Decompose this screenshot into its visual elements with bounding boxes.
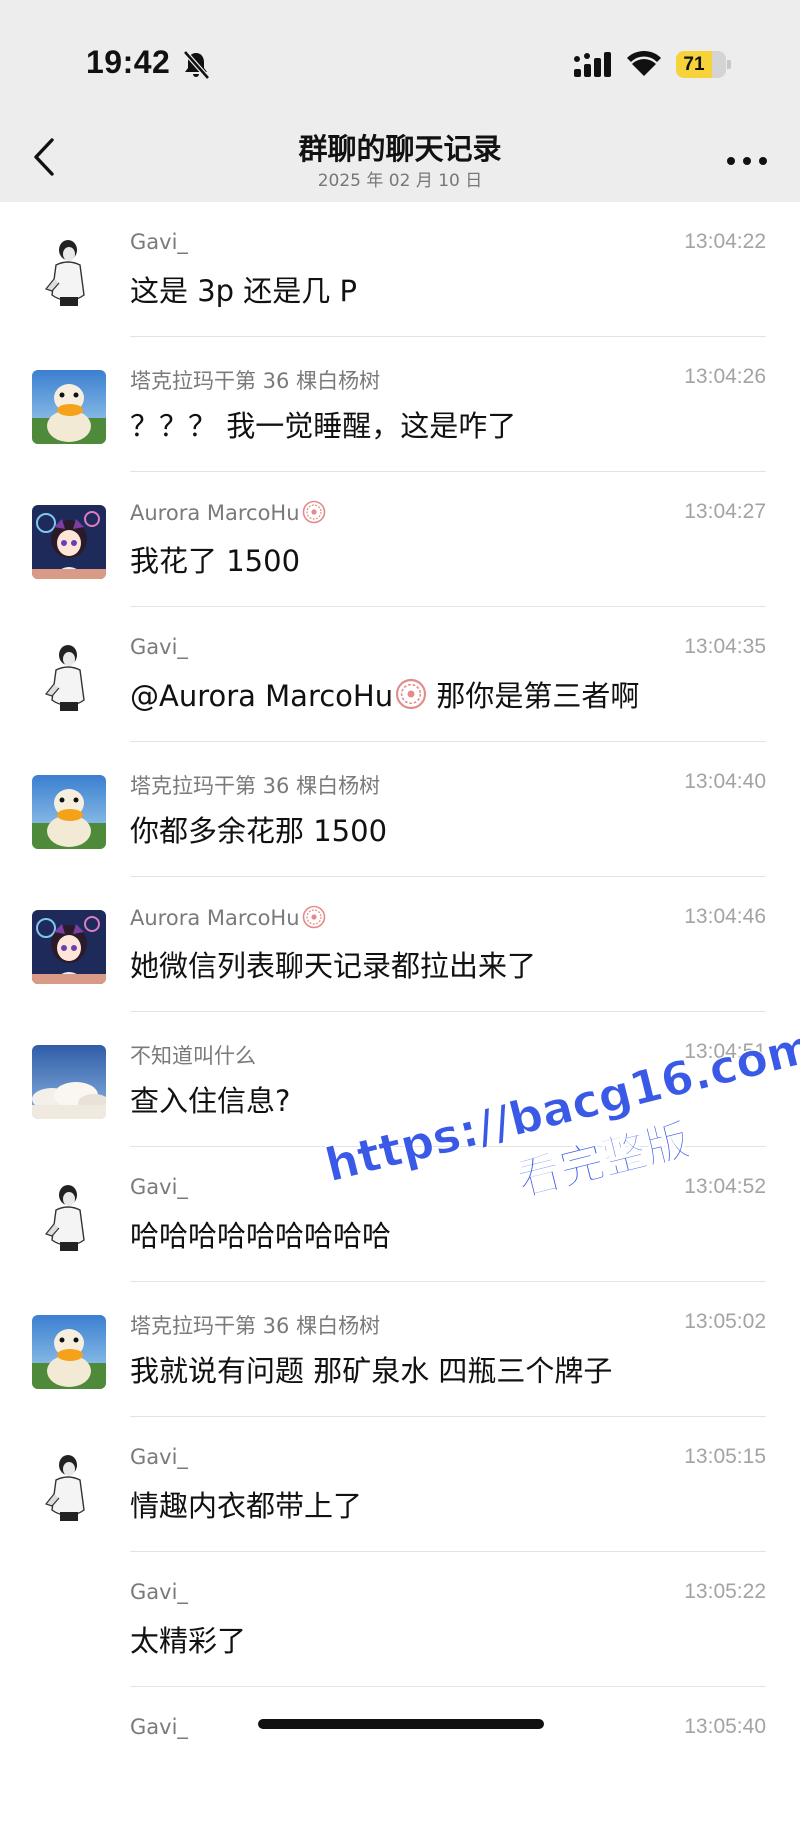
more-dots-icon xyxy=(727,157,767,165)
message-text: ？？？ 我一觉睡醒，这是咋了 xyxy=(130,403,516,445)
message-body: 我花了 1500 xyxy=(130,544,301,578)
message-text: 哈哈哈哈哈哈哈哈哈 xyxy=(130,1213,391,1255)
page-title: 群聊的聊天记录 xyxy=(298,132,502,166)
avatar[interactable] xyxy=(32,1450,106,1524)
message-row[interactable]: Aurora MarcoHu 13:04:27 我花了 1500 xyxy=(0,472,800,607)
message-list: Gavi_ 13:04:22 这是 3p 还是几 P 塔克拉玛干第 36 棵白杨树 13… xyxy=(0,202,800,1822)
message-time: 13:04:35 xyxy=(684,635,766,658)
mention[interactable]: @Aurora MarcoHu xyxy=(130,679,393,713)
message-text: 她微信列表聊天记录都拉出来了 xyxy=(130,943,536,985)
message-row[interactable]: Gavi_ 13:04:52 哈哈哈哈哈哈哈哈哈 xyxy=(0,1147,800,1282)
clock: 19:42 xyxy=(86,44,171,80)
home-indicator xyxy=(258,1719,544,1729)
sender-name-text: Gavi_ xyxy=(130,635,188,659)
message-body: 你都多余花那 1500 xyxy=(130,814,388,848)
message-body: 她微信列表聊天记录都拉出来了 xyxy=(130,949,537,983)
sender-name-text: 塔克拉玛干第 36 棵白杨树 xyxy=(130,1314,381,1338)
battery-indicator: 71 xyxy=(676,51,726,78)
sender-name: 不知道叫什么 xyxy=(130,1040,256,1070)
status-bar: 19:42 71 xyxy=(0,0,800,118)
message-time: 13:05:40 xyxy=(684,1715,766,1738)
sender-name: Aurora MarcoHu xyxy=(130,500,326,525)
message-row[interactable]: 塔克拉玛干第 36 棵白杨树 13:04:40 你都多余花那 1500 xyxy=(0,742,800,877)
message-row[interactable]: Gavi_ 13:04:35 @Aurora MarcoHu 那你是第三者啊 xyxy=(0,607,800,742)
message-body: 我就说有问题 那矿泉水 四瓶三个牌子 xyxy=(130,1354,613,1388)
battery-tip xyxy=(727,60,731,69)
sender-name: 塔克拉玛干第 36 棵白杨树 xyxy=(130,365,380,395)
more-button[interactable] xyxy=(722,146,772,176)
signal-icon xyxy=(574,52,611,77)
sender-name-text: Aurora MarcoHu xyxy=(130,906,300,930)
sender-name-text: Gavi_ xyxy=(130,1445,188,1469)
badge-icon xyxy=(300,905,326,930)
message-text: @Aurora MarcoHu 那你是第三者啊 xyxy=(130,673,639,715)
avatar[interactable] xyxy=(32,370,106,444)
message-text: 这是 3p 还是几 P xyxy=(130,268,357,310)
sender-name: Gavi_ xyxy=(130,1580,188,1604)
message-text: 太精彩了 xyxy=(130,1618,246,1660)
message-row[interactable]: Gavi_ 13:05:22 太精彩了 xyxy=(0,1552,800,1687)
message-time: 13:04:27 xyxy=(684,500,766,523)
sender-name: Gavi_ xyxy=(130,1715,188,1739)
sender-name-text: 塔克拉玛干第 36 棵白杨树 xyxy=(130,369,381,393)
message-body: 太精彩了 xyxy=(130,1624,247,1658)
sender-name-text: Gavi_ xyxy=(130,1580,188,1604)
wifi-icon xyxy=(627,50,661,76)
message-time: 13:05:15 xyxy=(684,1445,766,1468)
message-time: 13:04:22 xyxy=(684,230,766,253)
avatar[interactable] xyxy=(32,910,106,984)
message-text: 情趣内衣都带上了 xyxy=(130,1483,362,1525)
message-time: 13:04:52 xyxy=(684,1175,766,1198)
sender-name-text: 不知道叫什么 xyxy=(130,1044,256,1068)
bell-off-icon xyxy=(183,50,210,80)
sender-name-text: Gavi_ xyxy=(130,1715,188,1739)
avatar[interactable] xyxy=(32,1045,106,1119)
sender-name: Gavi_ xyxy=(130,1445,188,1469)
sender-name-text: 塔克拉玛干第 36 棵白杨树 xyxy=(130,774,381,798)
avatar[interactable] xyxy=(32,640,106,714)
avatar[interactable] xyxy=(32,1180,106,1254)
message-body: 哈哈哈哈哈哈哈哈哈 xyxy=(130,1219,392,1253)
sender-name: Gavi_ xyxy=(130,230,188,254)
message-text: 你都多余花那 1500 xyxy=(130,808,387,850)
message-text: 查入住信息? xyxy=(130,1078,290,1120)
message-row[interactable]: 不知道叫什么 13:04:51 查入住信息? xyxy=(0,1012,800,1147)
message-body: 这是 3p 还是几 P xyxy=(130,274,358,308)
message-body: 查入住信息? xyxy=(130,1084,291,1118)
message-time: 13:04:26 xyxy=(684,365,766,388)
message-body: 情趣内衣都带上了 xyxy=(130,1489,363,1523)
message-time: 13:05:02 xyxy=(684,1310,766,1333)
nav-bar: 群聊的聊天记录 2025 年 02 月 10 日 xyxy=(0,118,800,202)
message-row[interactable]: Gavi_ 13:05:40 xyxy=(0,1687,800,1822)
sender-name-text: Aurora MarcoHu xyxy=(130,501,300,525)
message-text: 我就说有问题 那矿泉水 四瓶三个牌子 xyxy=(130,1348,612,1390)
avatar[interactable] xyxy=(32,505,106,579)
avatar[interactable] xyxy=(32,775,106,849)
avatar[interactable] xyxy=(32,235,106,309)
badge-icon xyxy=(393,678,427,713)
message-row[interactable]: Gavi_ 13:04:22 这是 3p 还是几 P xyxy=(0,202,800,337)
message-time: 13:04:51 xyxy=(684,1040,766,1063)
page-subtitle: 2025 年 02 月 10 日 xyxy=(317,171,483,191)
sender-name: Gavi_ xyxy=(130,635,188,659)
sender-name-text: Gavi_ xyxy=(130,1175,188,1199)
message-row[interactable]: Gavi_ 13:05:15 情趣内衣都带上了 xyxy=(0,1417,800,1552)
badge-icon xyxy=(300,500,326,525)
message-row[interactable]: 塔克拉玛干第 36 棵白杨树 13:05:02 我就说有问题 那矿泉水 四瓶三个牌子 xyxy=(0,1282,800,1417)
message-body: 那你是第三者啊 xyxy=(427,679,640,713)
message-row[interactable]: 塔克拉玛干第 36 棵白杨树 13:04:26 ？？？ 我一觉睡醒，这是咋了 xyxy=(0,337,800,472)
message-row[interactable]: Aurora MarcoHu 13:04:46 她微信列表聊天记录都拉出来了 xyxy=(0,877,800,1012)
sender-name: Aurora MarcoHu xyxy=(130,905,326,930)
battery-level: 71 xyxy=(683,54,705,75)
message-text: 我花了 1500 xyxy=(130,538,300,580)
sender-name: 塔克拉玛干第 36 棵白杨树 xyxy=(130,1310,380,1340)
message-body: ？？？ 我一觉睡醒，这是咋了 xyxy=(130,409,517,443)
sender-name-text: Gavi_ xyxy=(130,230,188,254)
message-time: 13:05:22 xyxy=(684,1580,766,1603)
sender-name: 塔克拉玛干第 36 棵白杨树 xyxy=(130,770,380,800)
message-time: 13:04:46 xyxy=(684,905,766,928)
avatar[interactable] xyxy=(32,1315,106,1389)
message-time: 13:04:40 xyxy=(684,770,766,793)
sender-name: Gavi_ xyxy=(130,1175,188,1199)
